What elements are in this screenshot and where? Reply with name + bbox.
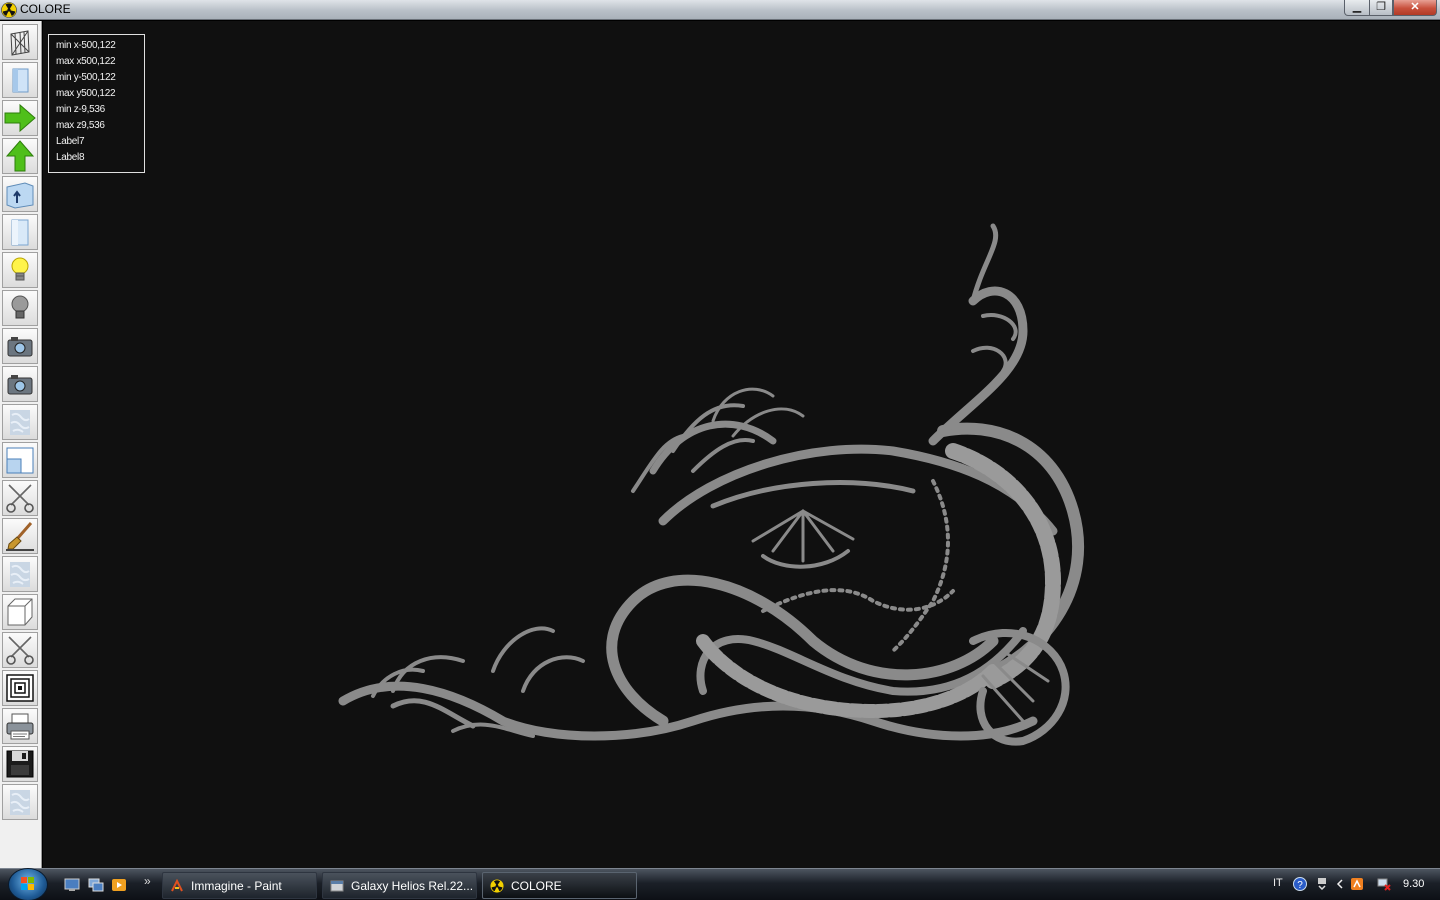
- save-tool[interactable]: [2, 746, 38, 782]
- cube-tool[interactable]: [2, 594, 38, 630]
- light-off-tool[interactable]: [2, 290, 38, 326]
- label8: Label8: [56, 152, 85, 163]
- scissors-icon: [6, 484, 34, 513]
- zoom-window-icon: [6, 447, 34, 474]
- windows-logo-icon: [21, 877, 34, 890]
- texture-icon: [10, 562, 30, 587]
- bulb-off-icon: [11, 295, 29, 319]
- cube-icon: [7, 598, 33, 626]
- pan-up-tool[interactable]: [2, 138, 38, 174]
- radiation-icon: [490, 879, 504, 893]
- concentric-squares-icon: [6, 674, 34, 702]
- media-player-icon[interactable]: [111, 878, 127, 892]
- scissors-icon: [6, 636, 34, 665]
- task-label: COLORE: [511, 879, 562, 893]
- camera-tool[interactable]: [2, 328, 38, 364]
- min-y-label: min y-500,122: [56, 72, 116, 83]
- tool-sidebar: [0, 21, 42, 868]
- system-tray: IT ? 9.30: [1265, 869, 1440, 900]
- texture-tool[interactable]: [2, 404, 38, 440]
- start-button[interactable]: [8, 868, 48, 900]
- chevron-left-icon[interactable]: [1333, 877, 1347, 891]
- app-window-icon: [330, 880, 344, 892]
- wireframe-icon: [10, 30, 30, 56]
- panel-tool[interactable]: [2, 176, 38, 212]
- show-desktop-icon[interactable]: [64, 878, 80, 892]
- clock[interactable]: 9.30: [1403, 878, 1424, 890]
- close-button[interactable]: ✕: [1393, 0, 1437, 16]
- model-extents-panel: min x-500,122 max x500,122 min y-500,122…: [48, 34, 145, 173]
- max-x-label: max x500,122: [56, 56, 116, 67]
- panel-arrow-icon: [6, 182, 34, 209]
- max-z-label: max z9,536: [56, 120, 105, 131]
- colore-window: COLORE ▁ ❐ ✕ min x-500,122 max x500,122 …: [0, 0, 1440, 900]
- wireframe-tool[interactable]: [2, 24, 38, 60]
- app-tray-icon[interactable]: [1350, 877, 1364, 891]
- task-label: Immagine - Paint: [191, 879, 282, 893]
- print-tool[interactable]: [2, 708, 38, 744]
- taskbar: » Immagine - Paint Galaxy Helios Rel.22.…: [0, 868, 1440, 900]
- maximize-button[interactable]: ❐: [1369, 0, 1393, 16]
- label7: Label7: [56, 136, 85, 147]
- tray-dropdown-icon[interactable]: [1315, 877, 1329, 891]
- texture-icon: [10, 410, 30, 435]
- window-title: COLORE: [20, 2, 71, 16]
- paint-tool[interactable]: [2, 518, 38, 554]
- 3d-viewport[interactable]: min x-500,122 max x500,122 min y-500,122…: [43, 21, 1440, 868]
- task-label: Galaxy Helios Rel.22...: [351, 879, 474, 893]
- task-button-paint[interactable]: Immagine - Paint: [162, 872, 317, 899]
- panel-light-tool[interactable]: [2, 214, 38, 250]
- solid-view-tool[interactable]: [2, 62, 38, 98]
- light-on-tool[interactable]: [2, 252, 38, 288]
- minimize-button[interactable]: ▁: [1344, 0, 1370, 16]
- ornament-3d-model: [338, 223, 1085, 746]
- printer-icon: [6, 713, 34, 740]
- camera-icon: [7, 375, 33, 395]
- network-disconnected-icon[interactable]: [1377, 877, 1391, 891]
- min-x-label: min x-500,122: [56, 40, 116, 51]
- svg-text:?: ?: [1297, 880, 1303, 891]
- cut-alt-tool[interactable]: [2, 632, 38, 668]
- switch-windows-icon[interactable]: [88, 878, 104, 892]
- bulb-on-icon: [11, 257, 29, 281]
- camera-icon: [7, 337, 33, 357]
- arrow-right-icon: [4, 103, 36, 133]
- floppy-disk-icon: [6, 750, 34, 778]
- task-button-colore[interactable]: COLORE: [482, 872, 637, 899]
- title-bar[interactable]: COLORE ▁ ❐ ✕: [0, 0, 1440, 20]
- arrow-up-icon: [5, 140, 35, 172]
- solid-panel-icon: [12, 68, 29, 93]
- help-icon[interactable]: ?: [1293, 877, 1307, 891]
- zoom-window-tool[interactable]: [2, 442, 38, 478]
- paint-icon: [171, 879, 183, 892]
- brush-icon: [6, 522, 34, 551]
- task-button-galaxy-helios[interactable]: Galaxy Helios Rel.22...: [322, 872, 477, 899]
- camera-alt-tool[interactable]: [2, 366, 38, 402]
- min-z-label: min z-9,536: [56, 104, 105, 115]
- quick-launch-more-button[interactable]: »: [144, 874, 151, 888]
- texture-icon: [10, 790, 30, 815]
- pan-right-tool[interactable]: [2, 100, 38, 136]
- texture-alt-tool[interactable]: [2, 556, 38, 592]
- light-panel-icon: [11, 219, 29, 246]
- offset-tool[interactable]: [2, 670, 38, 706]
- radiation-icon: [1, 2, 17, 18]
- cut-tool[interactable]: [2, 480, 38, 516]
- language-indicator[interactable]: IT: [1273, 877, 1283, 889]
- max-y-label: max y500,122: [56, 88, 116, 99]
- texture-extra-tool[interactable]: [2, 784, 38, 820]
